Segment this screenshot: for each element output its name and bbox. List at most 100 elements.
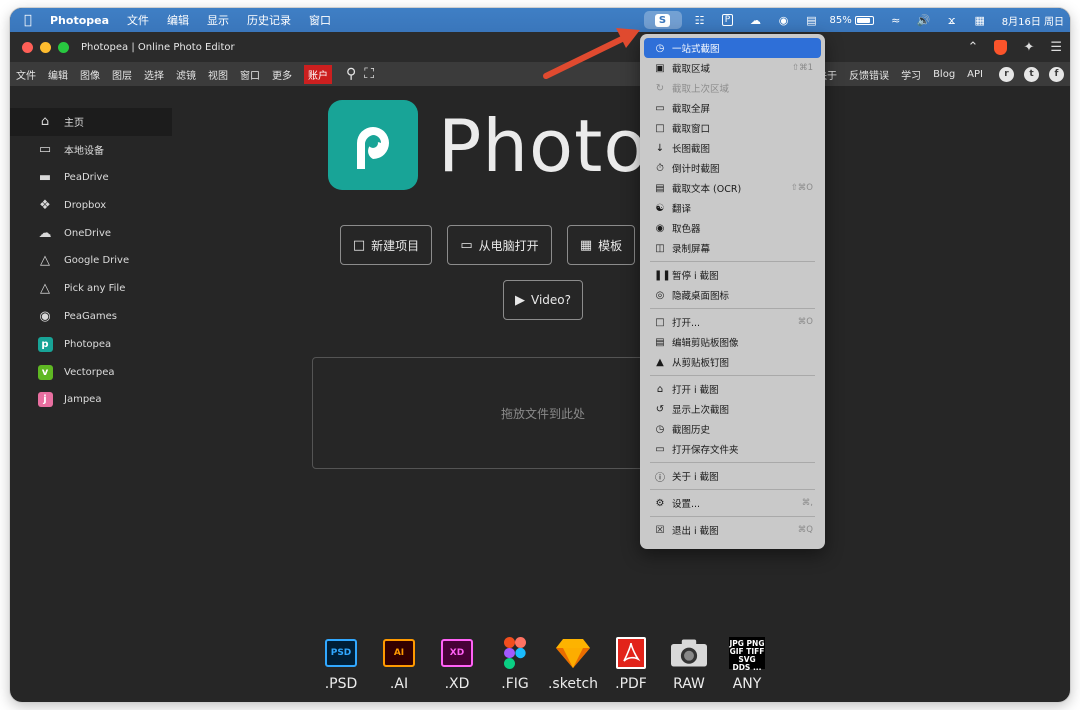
templates-button[interactable]: ▦ 模板 [567, 225, 635, 265]
parking-icon[interactable]: P [720, 13, 736, 27]
dropdown-item-13[interactable]: ◎ 隐藏桌面图标 [640, 285, 825, 305]
tab-title[interactable]: Photopea | Online Photo Editor [81, 42, 235, 53]
pp-menu-report-bug[interactable]: 反馈错误 [849, 67, 889, 82]
dropdown-item-2: ↻ 截取上次区域 [640, 78, 825, 98]
video-button[interactable]: ▶ Video? [503, 280, 583, 320]
sidebar-item-home[interactable]: ⌂ 主页 [10, 108, 172, 136]
rotate-icon: ↺ [655, 403, 665, 415]
dropdown-item-22[interactable]: ▭ 打开保存文件夹 [640, 439, 825, 459]
dropdown-item-21[interactable]: ◷ 截图历史 [640, 419, 825, 439]
dropdown-item-label: 截取窗口 [672, 124, 711, 135]
pp-menu-select[interactable]: 选择 [144, 67, 164, 82]
dropbox-icon: ❖ [39, 197, 51, 213]
volume-icon[interactable]: 🔊 [916, 13, 932, 27]
zoom-window-button[interactable] [58, 41, 69, 53]
dropdown-item-19[interactable]: ⌂ 打开 i 截图 [640, 379, 825, 399]
dropdown-item-24[interactable]: ⓘ 关于 i 截图 [640, 466, 825, 486]
pp-menu-edit[interactable]: 编辑 [48, 67, 68, 82]
dropdown-item-12[interactable]: ❚❚ 暂停 i 截图 [640, 265, 825, 285]
pin-icon: ▲ [656, 356, 664, 368]
dropdown-item-0[interactable]: ◷ 一站式截图 [644, 38, 821, 58]
hamburger-menu-icon[interactable]: ☰ [1050, 40, 1062, 55]
close-window-button[interactable] [22, 41, 33, 53]
dropdown-item-1[interactable]: ▣ 截取区域 ⇧⌘1 [640, 58, 825, 78]
sidebar-item-onedrive[interactable]: ☁ OneDrive [10, 219, 172, 247]
sidebar-item-dropbox[interactable]: ❖ Dropbox [10, 191, 172, 219]
open-from-computer-button[interactable]: ▭ 从电脑打开 [447, 225, 552, 265]
format-pdf: .PDF [602, 636, 660, 698]
dropdown-item-28[interactable]: ☒ 退出 i 截图 ⌘Q [640, 520, 825, 540]
apple-icon[interactable]:  [24, 13, 40, 28]
battery-icon[interactable] [854, 15, 874, 25]
pp-menu-layer[interactable]: 图层 [112, 67, 132, 82]
brave-shield-icon[interactable] [994, 39, 1008, 55]
dropdown-item-7[interactable]: ▤ 截取文本 (OCR) ⇧⌘O [640, 178, 825, 198]
cloud-sync-icon[interactable]: ☁ [748, 13, 764, 27]
pointer-arrow [543, 28, 640, 79]
dropdown-item-16[interactable]: ▤ 编辑剪贴板图像 [640, 332, 825, 352]
dropdown-item-8[interactable]: ☯ 翻译 [640, 198, 825, 218]
sidebar-item-google-drive[interactable]: △ Google Drive [10, 247, 172, 275]
dropdown-item-17[interactable]: ▲ 从剪贴板钉图 [640, 352, 825, 372]
menubar-item-view[interactable]: 显示 [207, 12, 229, 28]
extensions-icon[interactable]: ✦ [1023, 40, 1034, 55]
calendar-icon[interactable]: ☷ [692, 13, 708, 27]
search-icon[interactable]: ⚲ [346, 66, 356, 82]
pp-menu-image[interactable]: 图像 [80, 67, 100, 82]
sketch-icon [555, 636, 591, 670]
wifi-icon[interactable]: ≈ [888, 13, 904, 27]
account-button[interactable]: 账户 [304, 64, 332, 84]
menubar-item-window[interactable]: 窗口 [309, 12, 331, 28]
clipboard-icon: ▤ [655, 336, 665, 348]
minimize-window-button[interactable] [40, 41, 51, 53]
sidebar-item-jampea[interactable]: j Jampea [10, 386, 172, 414]
pp-menu-api[interactable]: API [967, 69, 983, 80]
figma-icon [497, 636, 533, 670]
pp-menu-blog[interactable]: Blog [933, 69, 955, 80]
fullscreen-icon[interactable]: ⛶ [364, 66, 374, 82]
photopea-logo-mark [357, 127, 389, 169]
menubar-item-file[interactable]: 文件 [127, 12, 149, 28]
dropdown-item-label: 倒计时截图 [672, 164, 720, 175]
dropdown-item-6[interactable]: ⏱ 倒计时截图 [640, 158, 825, 178]
pp-menu-file[interactable]: 文件 [16, 67, 36, 82]
menubar-clock[interactable]: 8月16日 周日 [1002, 13, 1064, 28]
dropdown-item-5[interactable]: ↓ 长图截图 [640, 138, 825, 158]
dropdown-item-9[interactable]: ◉ 取色器 [640, 218, 825, 238]
sidebar-item-photopea[interactable]: p Photopea [10, 330, 172, 358]
dropdown-item-label: 设置... [672, 499, 701, 510]
pp-menu-learn[interactable]: 学习 [901, 67, 921, 82]
battery-percent: 85% [829, 14, 852, 26]
chevron-up-icon[interactable]: ⌃ [968, 40, 979, 55]
dropdown-item-20[interactable]: ↺ 显示上次截图 [640, 399, 825, 419]
sidebar-item-peagames[interactable]: ◉ PeaGames [10, 303, 172, 331]
sidebar-item-peadrive[interactable]: ▬ PeaDrive [10, 164, 172, 192]
pp-menu-more[interactable]: 更多 [272, 67, 292, 82]
dropdown-item-15[interactable]: □ 打开... ⌘O [640, 312, 825, 332]
menubar-item-edit[interactable]: 编辑 [167, 12, 189, 28]
sidebar-item-label: Photopea [64, 338, 112, 350]
ishot-dropdown-menu: ◷ 一站式截图 ▣ 截取区域 ⇧⌘1 ↻ 截取上次区域 ▭ 截取全屏 □ 截取窗口 ↓ 长图截图 ⏱ 倒计时… [640, 34, 825, 549]
dropdown-item-4[interactable]: □ 截取窗口 [640, 118, 825, 138]
steam-icon[interactable]: ◉ [776, 13, 792, 27]
pp-menu-filter[interactable]: 滤镜 [176, 67, 196, 82]
control-center-icon[interactable]: ▦ [972, 13, 988, 27]
sidebar-item-local-device[interactable]: ▭ 本地设备 [10, 136, 172, 164]
pp-menu-view[interactable]: 视图 [208, 67, 228, 82]
reddit-icon[interactable]: r [999, 66, 1014, 82]
sidebar-item-pick-any-file[interactable]: △ Pick any File [10, 275, 172, 303]
dropdown-item-3[interactable]: ▭ 截取全屏 [640, 98, 825, 118]
pp-menu-window[interactable]: 窗口 [240, 67, 260, 82]
dropdown-item-26[interactable]: ⚙ 设置... ⌘, [640, 493, 825, 513]
dropdown-item-10[interactable]: ◫ 录制屏幕 [640, 238, 825, 258]
menubar-item-history[interactable]: 历史记录 [247, 12, 291, 28]
menubar-app-name[interactable]: Photopea [50, 14, 109, 27]
twitter-icon[interactable]: t [1024, 66, 1039, 82]
stripes-icon[interactable]: ▤ [804, 13, 820, 27]
sidebar-item-vectorpea[interactable]: v Vectorpea [10, 358, 172, 386]
new-project-button[interactable]: □ 新建项目 [340, 225, 432, 265]
bluetooth-icon[interactable]: ϫ [944, 13, 960, 27]
facebook-icon[interactable]: f [1049, 66, 1064, 82]
xd-icon: XD [441, 639, 473, 667]
dropdown-item-label: 编辑剪贴板图像 [672, 338, 739, 349]
